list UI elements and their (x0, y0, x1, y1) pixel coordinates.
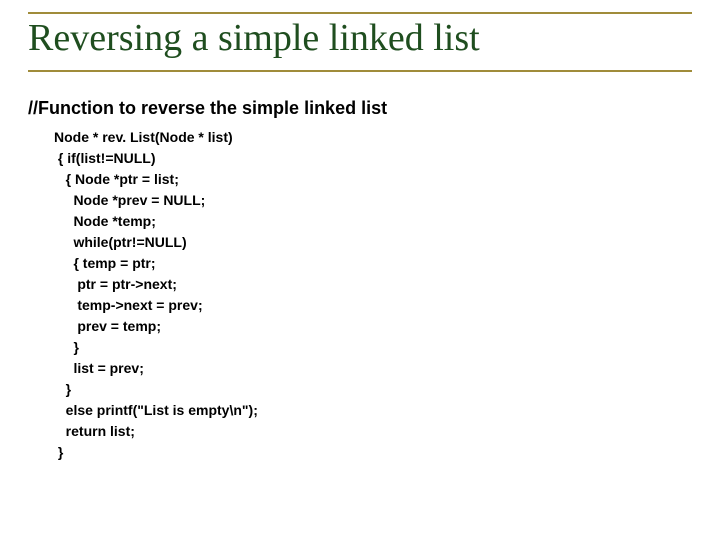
section-comment: //Function to reverse the simple linked … (28, 98, 692, 119)
title-container: Reversing a simple linked list (28, 12, 692, 72)
code-listing: Node * rev. List(Node * list) { if(list!… (28, 127, 692, 463)
slide: Reversing a simple linked list //Functio… (0, 0, 720, 540)
slide-title: Reversing a simple linked list (28, 18, 692, 60)
